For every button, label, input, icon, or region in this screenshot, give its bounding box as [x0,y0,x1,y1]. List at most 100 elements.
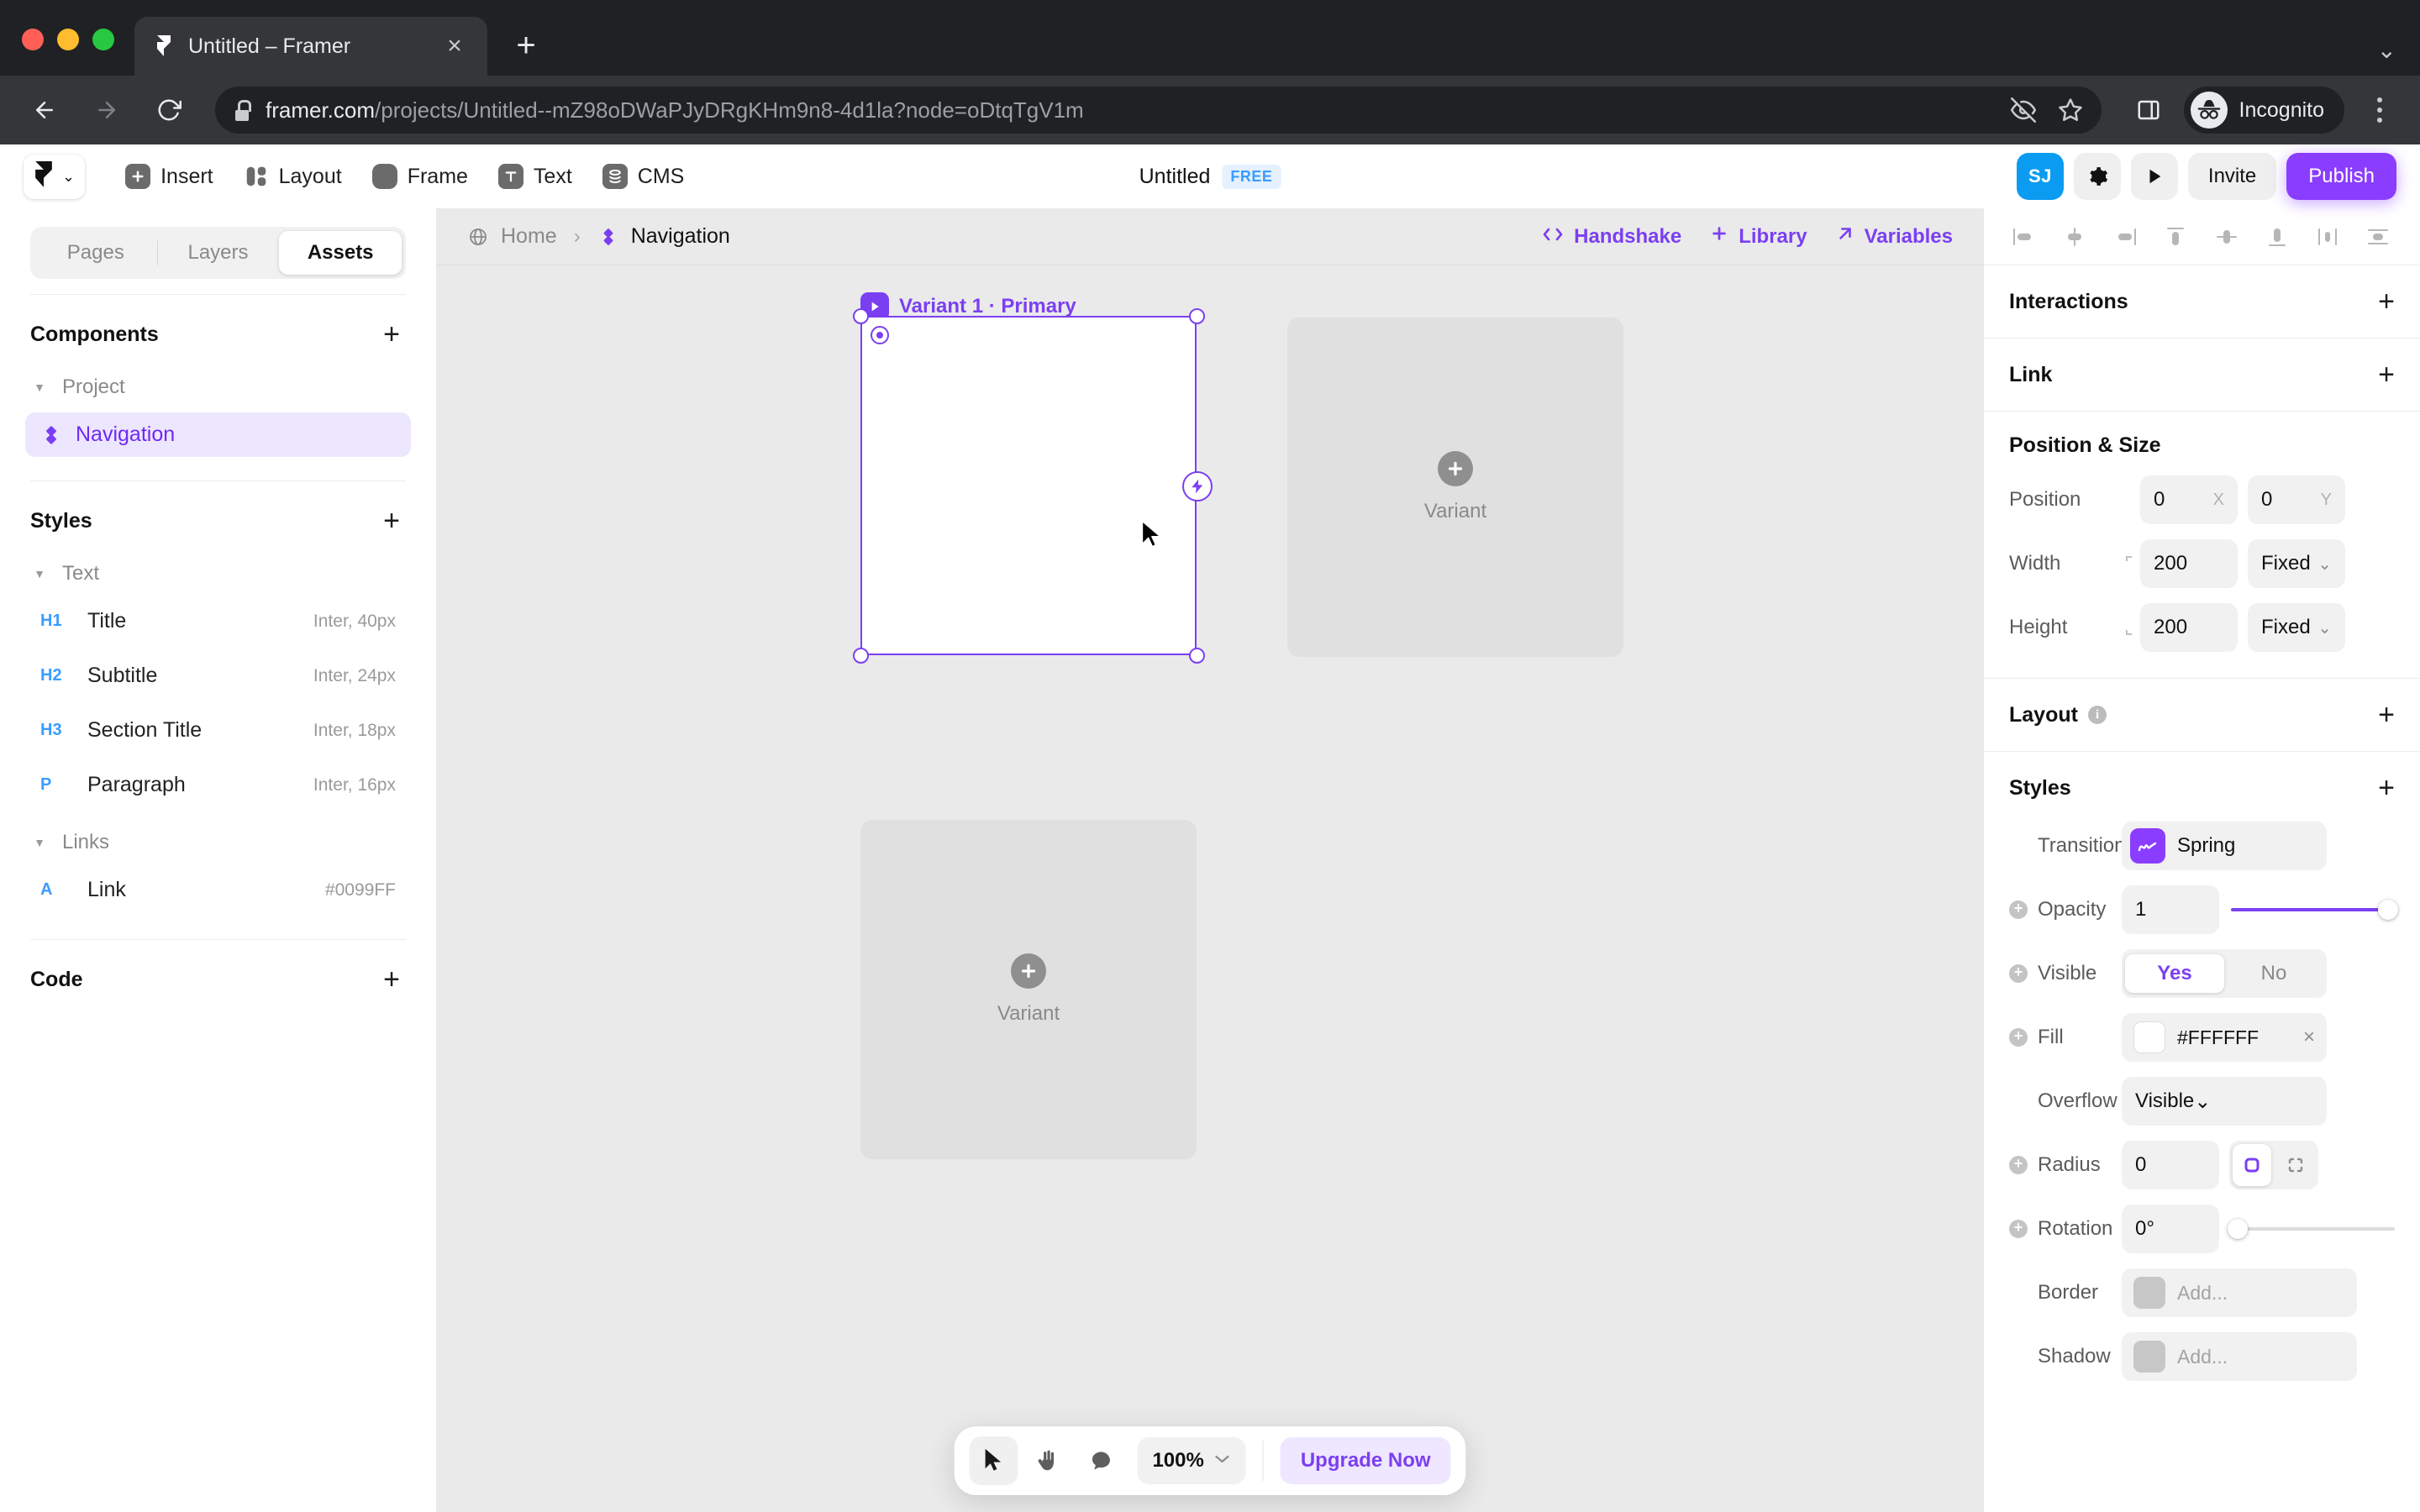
add-link-button[interactable]: + [2378,360,2395,389]
style-item-subtitle[interactable]: H2 Subtitle Inter, 24px [25,654,411,698]
tool-hand[interactable] [1023,1436,1071,1485]
shadow-color-swatch[interactable] [2133,1341,2165,1373]
upgrade-now-button[interactable]: Upgrade Now [1280,1437,1451,1484]
width-input[interactable]: 200 [2140,539,2238,588]
action-handshake[interactable]: Handshake [1542,225,1681,249]
slider-knob[interactable] [2228,1219,2248,1239]
corners-individual-icon[interactable] [2276,1144,2315,1186]
arrow-left-icon[interactable] [22,87,67,133]
lightning-bolt-icon[interactable] [1182,471,1213,501]
resize-handle-bottom-left[interactable] [853,648,869,664]
rounded-square-icon[interactable] [2233,1144,2271,1186]
toolbar-item-insert[interactable]: Insert [113,157,225,196]
tab-assets[interactable]: Assets [279,231,402,275]
url-input[interactable]: framer.com/projects/Untitled--mZ98oDWaPJ… [215,87,2102,134]
action-variables[interactable]: Variables [1836,224,1953,249]
distribute-vertical-icon[interactable] [2360,218,2398,256]
caret-down-icon[interactable]: ▼ [30,381,49,394]
plus-icon[interactable]: + [502,22,550,69]
resize-handle-top-left[interactable] [853,308,869,324]
play-icon[interactable] [2130,153,2178,200]
border-input[interactable]: Add... [2122,1268,2357,1317]
close-window-button[interactable] [22,29,44,50]
height-mode-select[interactable]: Fixed ⌄ [2248,603,2345,652]
style-item-paragraph[interactable]: P Paragraph Inter, 16px [25,763,411,807]
close-icon[interactable]: × [2303,1026,2315,1049]
plus-circle-icon[interactable]: + [2009,1220,2028,1238]
styles-group-text[interactable]: ▼ Text [0,554,436,594]
project-title[interactable]: Untitled [1139,165,1211,189]
slider-knob[interactable] [2378,900,2398,920]
align-center-vertical-icon[interactable] [2208,218,2247,256]
style-item-title[interactable]: H1 Title Inter, 40px [25,599,411,643]
component-item-navigation[interactable]: Navigation [25,412,411,457]
fill-input[interactable]: #FFFFFF × [2122,1013,2327,1062]
toolbar-item-frame[interactable]: Frame [360,157,480,196]
align-top-icon[interactable] [2157,218,2196,256]
rotation-input[interactable]: 0° [2122,1205,2219,1253]
align-right-icon[interactable] [2107,218,2145,256]
breadcrumb-home[interactable]: Home [501,224,557,249]
add-style-button[interactable]: + [377,507,406,535]
star-icon[interactable] [2058,97,2083,123]
kebab-menu-icon[interactable] [2361,97,2398,123]
zoom-control[interactable]: 100% [1137,1437,1246,1484]
selected-frame[interactable] [860,316,1197,655]
visible-toggle[interactable]: Yes No [2122,949,2327,998]
link-dimensions-icon[interactable] [2118,554,2140,573]
add-layout-button[interactable]: + [2378,701,2395,729]
visible-no-option[interactable]: No [2224,954,2323,993]
opacity-input[interactable]: 1 [2122,885,2219,934]
style-item-link[interactable]: A Link #0099FF [25,868,411,912]
avatar[interactable]: SJ [2016,153,2064,200]
tab-pages[interactable]: Pages [34,231,157,275]
position-y-input[interactable]: 0 Y [2248,475,2345,524]
visible-yes-option[interactable]: Yes [2125,954,2224,993]
overflow-select[interactable]: Visible ⌄ [2122,1077,2327,1126]
border-color-swatch[interactable] [2133,1277,2165,1309]
plus-circle-icon[interactable]: + [2009,900,2028,919]
eye-slash-icon[interactable] [2010,97,2036,123]
reload-icon[interactable] [146,87,192,133]
tool-comment[interactable] [1076,1436,1125,1485]
transition-select[interactable]: Spring [2122,822,2327,870]
gear-icon[interactable] [2073,153,2121,200]
tool-select[interactable] [969,1436,1018,1485]
plus-circle-icon[interactable]: + [2009,1028,2028,1047]
design-canvas[interactable]: Variant Variant Variant 1 · Primary 100%… [437,265,1983,1512]
components-group-project[interactable]: ▼ Project [0,367,436,407]
radius-handle-icon[interactable] [871,326,889,344]
add-interaction-button[interactable]: + [2378,287,2395,316]
minimize-window-button[interactable] [57,29,79,50]
fill-color-swatch[interactable] [2133,1021,2165,1053]
align-bottom-icon[interactable] [2259,218,2297,256]
tab-layers[interactable]: Layers [156,231,280,275]
add-style-button[interactable]: + [2378,774,2395,802]
position-x-input[interactable]: 0 X [2140,475,2238,524]
radius-input[interactable]: 0 [2122,1141,2219,1189]
maximize-window-button[interactable] [92,29,114,50]
profile-incognito-button[interactable]: Incognito [2183,87,2344,134]
shadow-input[interactable]: Add... [2122,1332,2357,1381]
browser-tab[interactable]: Untitled – Framer × [134,17,487,76]
info-icon[interactable]: i [2087,706,2107,724]
variant-placeholder[interactable]: Variant [860,820,1197,1159]
caret-down-icon[interactable]: ▼ [30,836,49,849]
framer-menu-button[interactable]: ⌄ [24,154,86,199]
link-dimensions-icon[interactable] [2118,618,2140,637]
style-item-section-title[interactable]: H3 Section Title Inter, 18px [25,708,411,753]
add-code-button[interactable]: + [377,965,406,994]
resize-handle-top-right[interactable] [1189,308,1205,324]
plus-circle-icon[interactable]: + [2009,964,2028,983]
toolbar-item-text[interactable]: Text [487,157,584,196]
close-icon[interactable]: × [440,32,469,60]
distribute-horizontal-icon[interactable] [2309,218,2348,256]
height-input[interactable]: 200 [2140,603,2238,652]
action-library[interactable]: Library [1710,224,1807,249]
rotation-slider[interactable] [2228,1205,2395,1253]
variant-placeholder[interactable]: Variant [1287,318,1623,657]
side-panel-icon[interactable] [2130,92,2167,129]
add-component-button[interactable]: + [377,320,406,349]
opacity-slider[interactable] [2231,885,2398,934]
styles-group-links[interactable]: ▼ Links [0,822,436,863]
